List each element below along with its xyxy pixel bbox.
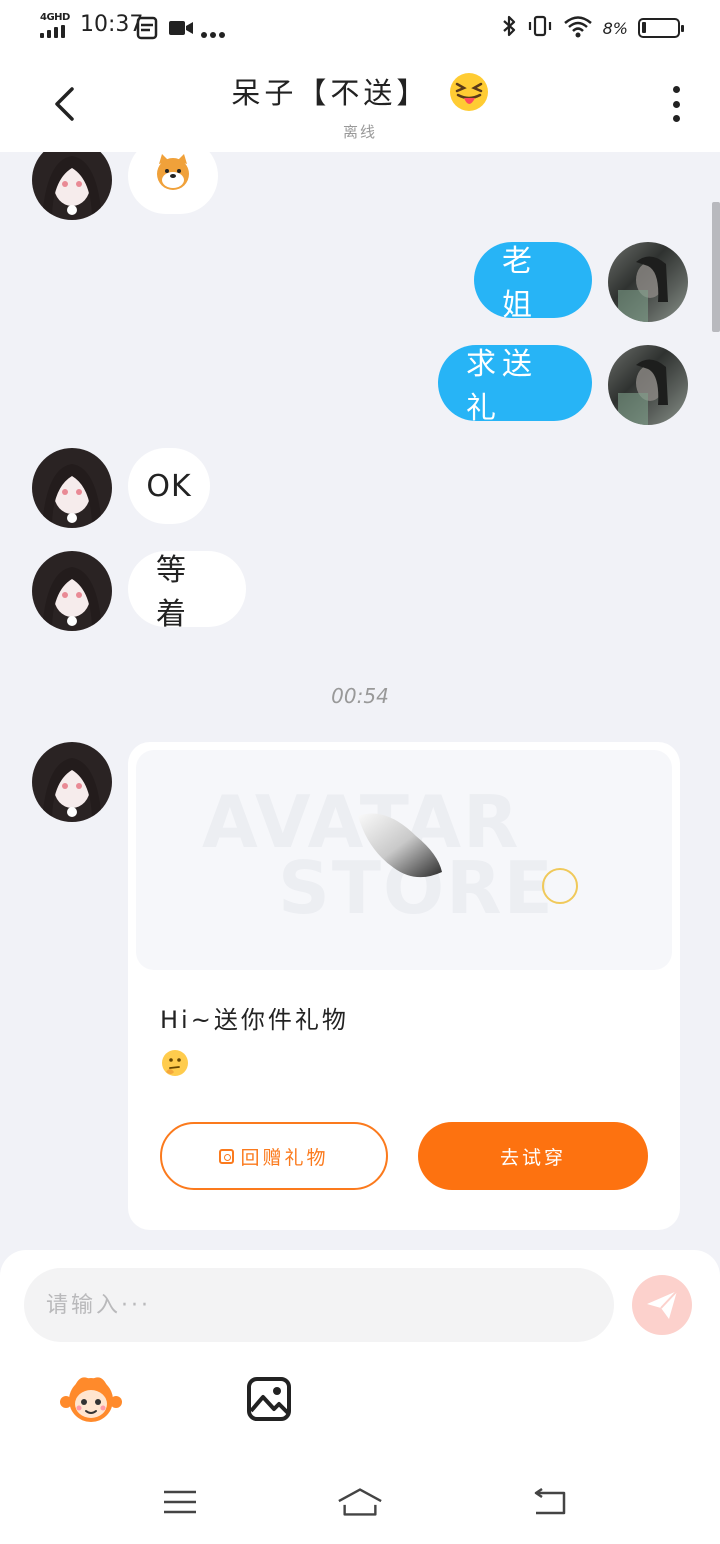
clock: 10:37: [80, 12, 144, 37]
battery-percent: 8%: [602, 18, 628, 38]
bluetooth-icon: [501, 14, 517, 42]
back-arrow-icon: [534, 1487, 566, 1515]
more-vertical-icon: [672, 86, 680, 93]
battery-icon: [638, 18, 684, 38]
system-nav-bar: [0, 1466, 720, 1544]
mascot-button[interactable]: [60, 1370, 122, 1426]
scrollbar[interactable]: [712, 202, 720, 332]
home-icon: [338, 1488, 382, 1516]
contact-avatar[interactable]: [32, 448, 112, 528]
more-options-button[interactable]: [662, 84, 690, 124]
image-picker-button[interactable]: [246, 1376, 292, 1422]
tongue-emoji-icon: [449, 72, 489, 119]
message-input-wrapper[interactable]: [24, 1268, 614, 1342]
return-gift-button[interactable]: 回赠礼物: [160, 1122, 388, 1190]
message-bubble-outgoing[interactable]: 求送礼: [438, 345, 592, 426]
more-notifications-icon: [200, 24, 226, 43]
menu-icon: [164, 1490, 196, 1514]
message-list[interactable]: 老姐 求送礼 OK 等着 00:54 AVATAR STORE Hi~送你件礼物…: [0, 152, 720, 1252]
chat-screen: 4GHD 10:37 8% 呆子【不送】 离线 老姐 求送礼 OK 等着 00:…: [0, 0, 720, 1544]
network-type: 4GHD: [40, 12, 70, 23]
gift-preview-image[interactable]: AVATAR STORE: [136, 750, 672, 970]
video-camera-icon: [168, 18, 194, 42]
return-gift-label: 回赠礼物: [240, 1146, 329, 1169]
message-input[interactable]: [46, 1292, 614, 1318]
send-icon: [647, 1290, 678, 1319]
my-avatar[interactable]: [608, 242, 688, 322]
tap-indicator-icon: [542, 868, 578, 904]
nav-menu-button[interactable]: [156, 1482, 204, 1522]
gift-message-text: Hi~送你件礼物: [160, 1006, 349, 1034]
status-bar: 4GHD 10:37 8%: [0, 0, 720, 56]
message-bubble-incoming[interactable]: OK: [128, 448, 210, 524]
header-title-block: 呆子【不送】 离线: [160, 70, 560, 142]
nav-home-button[interactable]: [336, 1482, 384, 1522]
contact-name-text: 呆子【不送】: [231, 76, 430, 110]
back-button[interactable]: [40, 78, 88, 130]
vibrate-icon: [527, 14, 553, 42]
chat-header: 呆子【不送】 离线: [0, 56, 720, 152]
online-status: 离线: [342, 122, 377, 141]
wifi-icon: [563, 14, 593, 42]
status-right: 8%: [501, 14, 684, 42]
sim-card-icon: [136, 16, 158, 44]
shiba-dog-emoji-icon: [153, 152, 193, 200]
signal-indicator: 4GHD: [40, 12, 72, 38]
contact-avatar[interactable]: [32, 742, 112, 822]
contact-avatar[interactable]: [32, 152, 112, 220]
return-gift-icon: [219, 1148, 235, 1164]
message-bubble-sticker[interactable]: [128, 152, 218, 214]
gift-card[interactable]: AVATAR STORE Hi~送你件礼物 回赠礼物 去试穿: [128, 742, 680, 1230]
thinking-face-emoji-icon: [160, 1048, 190, 1082]
chevron-left-icon: [55, 87, 74, 121]
message-bubble-outgoing[interactable]: 老姐: [474, 242, 592, 323]
send-button[interactable]: [632, 1275, 692, 1335]
message-timestamp: 00:54: [331, 684, 389, 708]
nav-back-button[interactable]: [526, 1482, 574, 1522]
fluffy-tail-icon: [346, 806, 456, 890]
contact-avatar[interactable]: [32, 551, 112, 631]
try-on-button[interactable]: 去试穿: [418, 1122, 648, 1190]
message-bubble-incoming[interactable]: 等着: [128, 551, 246, 632]
image-icon: [247, 1377, 291, 1421]
mascot-icon: [60, 1377, 122, 1422]
contact-name: 呆子【不送】: [160, 70, 560, 119]
my-avatar[interactable]: [608, 345, 688, 425]
